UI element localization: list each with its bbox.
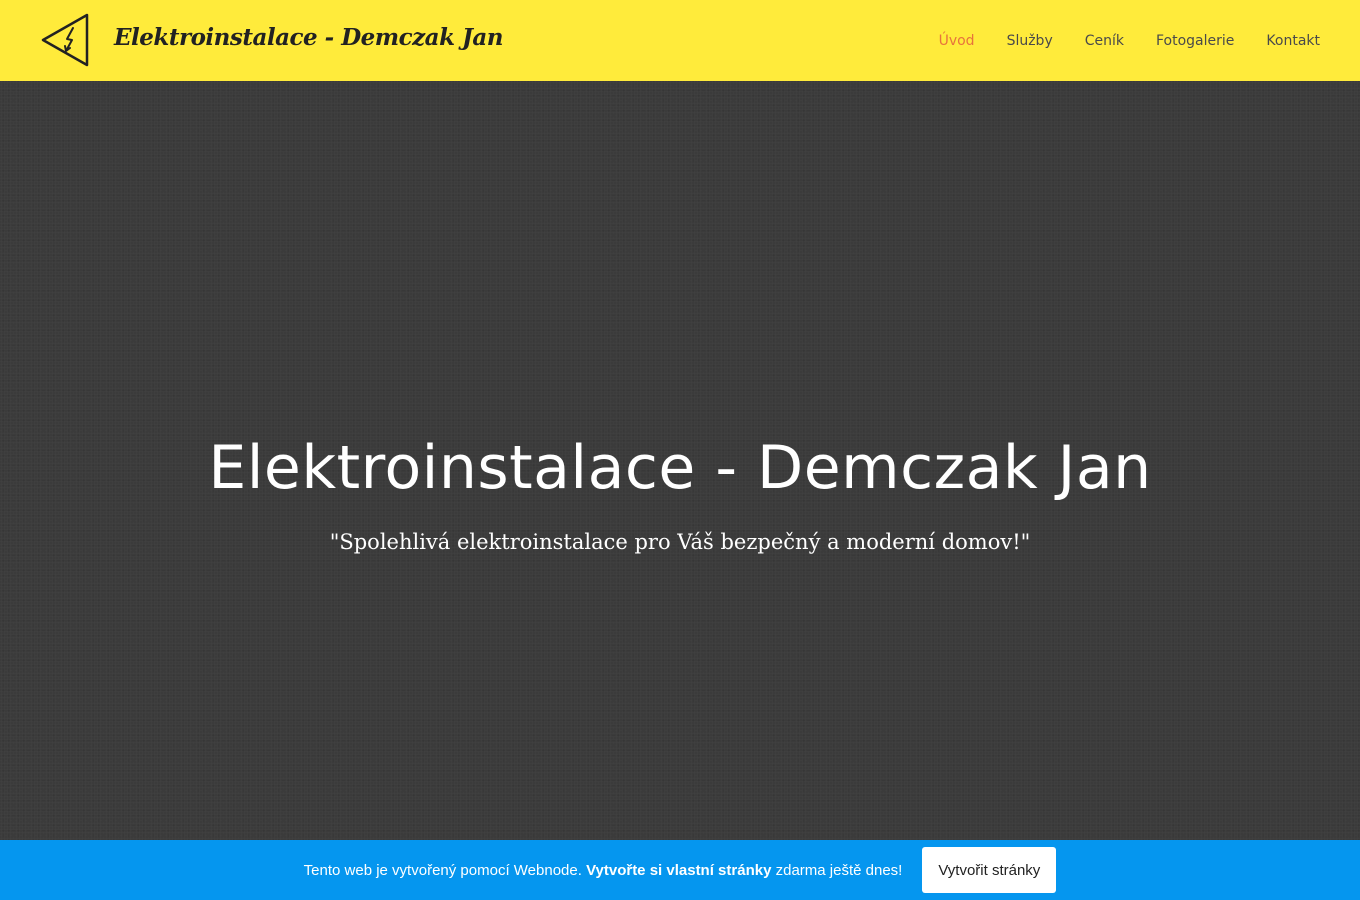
hero-section: Elektroinstalace - Demczak Jan "Spolehli… [0,81,1360,840]
nav-item-cenik[interactable]: Ceník [1085,33,1124,49]
main-nav: Úvod Služby Ceník Fotogalerie Kontakt [939,0,1320,81]
site-brand-link[interactable]: Elektroinstalace - Demczak Jan [114,24,504,51]
nav-item-uvod[interactable]: Úvod [939,33,975,49]
hero-subtitle: "Spolehlivá elektroinstalace pro Váš bez… [329,530,1031,554]
nav-item-sluzby[interactable]: Služby [1007,33,1053,49]
banner-text-after: zdarma ještě dnes! [775,861,903,879]
create-site-button[interactable]: Vytvořit stránky [922,847,1057,893]
hero-title: Elektroinstalace - Demczak Jan [208,433,1152,503]
webnode-banner: Tento web je vytvořený pomocí Webnode. V… [0,840,1360,900]
banner-text-bold: Vytvořte si vlastní stránky [586,861,772,879]
nav-item-kontakt[interactable]: Kontakt [1266,33,1320,49]
site-header: Elektroinstalace - Demczak Jan Úvod Služ… [0,0,1360,81]
high-voltage-triangle-icon[interactable] [40,12,90,68]
nav-item-fotogalerie[interactable]: Fotogalerie [1156,33,1234,49]
banner-text: Tento web je vytvořený pomocí Webnode. V… [304,862,903,879]
banner-text-before: Tento web je vytvořený pomocí Webnode. [303,861,582,879]
